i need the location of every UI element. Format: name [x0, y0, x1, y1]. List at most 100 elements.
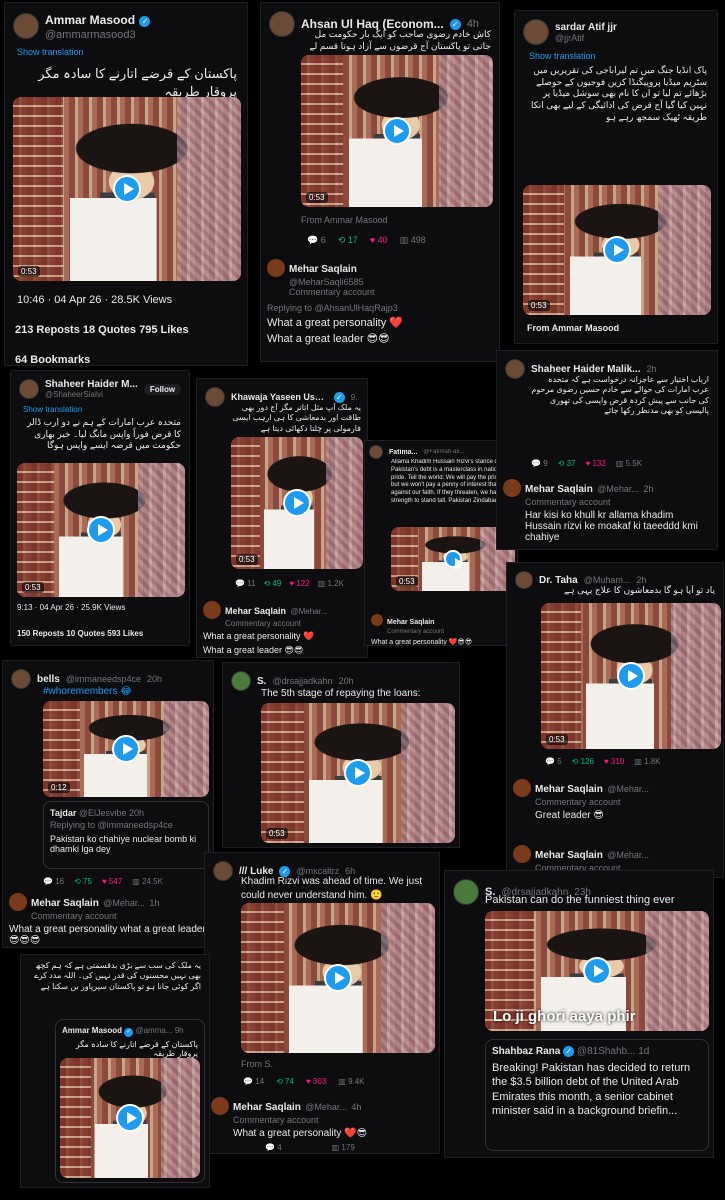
video-thumbnail[interactable]	[241, 903, 435, 1053]
tweet-card-shaheer-malik[interactable]: Shaheer Haider Malik... 2h ارباب اختیار س…	[496, 350, 718, 550]
author-name[interactable]: Fatima...	[389, 449, 417, 456]
play-icon[interactable]	[116, 1104, 144, 1132]
reply-mehar[interactable]: Mehar Saqlain Commentary account What a …	[371, 611, 511, 645]
author-name[interactable]: Shaheer Haider M...	[45, 379, 138, 390]
engagement-stats[interactable]: 213 Reposts 18 Quotes 795 Likes	[15, 323, 189, 338]
avatar[interactable]	[13, 13, 39, 39]
like-icon[interactable]: ♥ 303	[306, 1077, 326, 1086]
reply-mehar[interactable]: Mehar Saqlain @Mehar... Commentary accou…	[513, 779, 717, 821]
video-thumbnail[interactable]: 0:53	[231, 437, 363, 569]
video-thumbnail[interactable]: 0:53	[541, 603, 721, 749]
retweet-icon[interactable]: ⟲ 17	[338, 235, 358, 246]
tweet-card-bells[interactable]: bells @immaneedsp4ce 20h #whoremembers 😂 0…	[2, 660, 214, 948]
video-thumbnail[interactable]: Lo ji ghori aaya phir	[485, 911, 709, 1031]
avatar[interactable]	[267, 259, 285, 277]
video-thumbnail[interactable]: 0:53	[261, 703, 455, 843]
tweet-card-dr-taha[interactable]: Dr. Taha @Muham... 2h یاد تو آیا ہو گا بدم…	[506, 562, 724, 878]
show-translation-link[interactable]: Show translation	[17, 47, 84, 59]
quoted-reply[interactable]: Tajdar @ElJesvibe 20h Replying to @imman…	[43, 801, 209, 869]
tweet-card-shaheer[interactable]: Shaheer Haider M... @ShaheerSiaIvi Follow…	[10, 370, 190, 646]
quoted-tweet[interactable]: Ammar Masood ✓ @amma... 9h پاکستان کے قر…	[55, 1019, 205, 1183]
like-icon[interactable]: ♥ 132	[585, 459, 605, 468]
tweet-card-ahsan[interactable]: Ahsan Ul Haq (Econom... ✓ 4h کاش خادم رضو…	[260, 2, 500, 362]
play-icon[interactable]	[283, 489, 311, 517]
tweet-card-s-loans[interactable]: S. @drsajjadkahn 20h The 5th stage of repa…	[222, 662, 460, 848]
avatar[interactable]	[19, 379, 39, 399]
show-translation-link[interactable]: Show translation	[529, 51, 596, 63]
tweet-card-sardar[interactable]: sardar Atif jjr @jjrAtif Show translation…	[514, 10, 718, 344]
avatar[interactable]	[513, 779, 531, 797]
like-icon[interactable]: ♥ 547	[102, 877, 122, 886]
avatar[interactable]	[371, 613, 383, 626]
hashtag-link[interactable]: #whoremembers 😂	[43, 685, 132, 699]
video-thumbnail[interactable]	[60, 1058, 200, 1178]
video-source[interactable]: From Ammar Masood	[301, 215, 388, 227]
follow-button[interactable]: Follow	[143, 383, 181, 395]
tweet-card-ammar[interactable]: Ammar Masood ✓ @ammarmasood3 Show transl…	[4, 2, 248, 366]
avatar[interactable]	[231, 671, 251, 691]
quoted-tweet[interactable]: Shahbaz Rana ✓ @81Shahb... 1d Breaking! …	[485, 1039, 709, 1151]
reply-mehar[interactable]: Mehar Saqlain @Mehar... 4h Commentary ac…	[211, 1097, 433, 1139]
views-icon[interactable]: ▥ 9.4K	[338, 1077, 364, 1086]
views-icon[interactable]: ▥ 5.5K	[616, 459, 642, 468]
reply-icon[interactable]: 💬 16	[43, 877, 64, 886]
avatar[interactable]	[203, 601, 221, 619]
play-icon[interactable]	[583, 957, 611, 985]
reply-mehar[interactable]: Mehar Saqlain @Mehar... 1h Commentary ac…	[9, 893, 207, 946]
avatar[interactable]	[505, 359, 525, 379]
play-icon[interactable]	[383, 117, 411, 145]
author-name[interactable]: Khawaja Yaseen Usmani	[231, 392, 328, 402]
reply-icon[interactable]: 💬 11	[235, 579, 256, 588]
video-thumbnail[interactable]: 0:53	[301, 55, 493, 207]
avatar[interactable]	[369, 445, 383, 459]
video-thumbnail[interactable]: 0:53	[13, 97, 241, 281]
avatar[interactable]	[515, 571, 533, 589]
retweet-icon[interactable]: ⟲ 37	[558, 459, 576, 468]
reply-mehar-2[interactable]: Mehar Saqlain @Mehar... Commentary accou…	[513, 845, 717, 873]
retweet-icon[interactable]: ⟲ 74	[276, 1077, 294, 1086]
play-icon[interactable]	[87, 516, 115, 544]
engagement-stats[interactable]: 150 Reposts 10 Quotes 593 Likes	[17, 629, 143, 640]
author-name[interactable]: Ammar Masood	[45, 13, 135, 27]
views-icon[interactable]: ▥ 498	[400, 235, 426, 246]
play-icon[interactable]	[113, 175, 141, 203]
author-name[interactable]: sardar Atif jjr	[555, 22, 617, 33]
like-icon[interactable]: ♥ 40	[370, 235, 388, 246]
play-icon[interactable]	[603, 236, 631, 264]
play-icon[interactable]	[444, 550, 465, 570]
reply-icon[interactable]: 💬 9	[531, 459, 548, 468]
avatar[interactable]	[503, 479, 521, 497]
author-name[interactable]: bells	[37, 674, 60, 685]
author-handle[interactable]: @ammarmasood3	[45, 29, 150, 41]
views-icon[interactable]: ▥ 179	[332, 1143, 355, 1152]
reply-mehar[interactable]: Mehar Saqlain @Mehar... 2h Commentary ac…	[503, 479, 711, 543]
author-name[interactable]: S.	[257, 676, 266, 687]
replying-to-link[interactable]: Replying to @AhsanUlHaqRajp3	[267, 303, 493, 313]
views-icon[interactable]: ▥ 24.5K	[132, 877, 163, 886]
avatar[interactable]	[513, 845, 531, 863]
play-icon[interactable]	[617, 662, 645, 690]
retweet-icon[interactable]: ⟲ 126	[572, 757, 594, 766]
tweet-card-quote-ammar[interactable]: یہ ملک کی سب سے بڑی بدقسمتی ہے کہ ہم کچھ…	[20, 954, 210, 1188]
like-icon[interactable]: ♥ 310	[604, 757, 624, 766]
video-source[interactable]: From Ammar Masood	[527, 323, 619, 335]
show-translation-link[interactable]: Show translation	[23, 405, 82, 415]
avatar[interactable]	[523, 19, 549, 45]
video-thumbnail[interactable]: 0:53	[17, 463, 185, 597]
views-icon[interactable]: ▥ 1.2K	[318, 579, 344, 588]
reply-mehar[interactable]: Mehar Saqlain @MeharSaqli6585 Commentary…	[267, 259, 493, 345]
reply-icon[interactable]: 💬 14	[243, 1077, 264, 1086]
reply-icon[interactable]: 💬 5	[545, 757, 562, 766]
tweet-card-khawaja[interactable]: Khawaja Yaseen Usmani ✓ 9h یہ ملک آپ مثل …	[196, 378, 368, 658]
reply-icon[interactable]: 💬 6	[307, 235, 326, 246]
avatar[interactable]	[11, 669, 31, 689]
retweet-icon[interactable]: ⟲ 75	[74, 877, 92, 886]
reply-icon[interactable]: 💬 4	[265, 1143, 282, 1152]
like-icon[interactable]: ♥ 122	[289, 579, 309, 588]
video-source[interactable]: From S.	[241, 1059, 273, 1071]
avatar[interactable]	[211, 1097, 229, 1115]
bookmarks-count[interactable]: 64 Bookmarks	[15, 353, 90, 365]
tweet-card-luke[interactable]: /// Luke ✓ @mxcaltrz 6h Khadim Rizvi was ah…	[204, 852, 440, 1154]
avatar[interactable]	[453, 879, 479, 905]
play-icon[interactable]	[344, 759, 372, 787]
